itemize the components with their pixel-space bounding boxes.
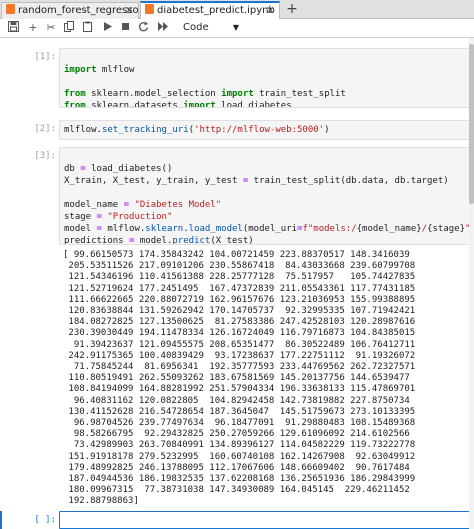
- output-line: 96.98704526 239.77497634 96.18477091 91.…: [63, 418, 416, 429]
- output-line: 110.80519491 262.55093262 183.67581569 1…: [63, 373, 410, 384]
- output-line: 91.39423637 121.09455575 208.65351477 86…: [63, 339, 416, 350]
- cell-input[interactable]: mlflow.set_tracking_uri('http://mlflow-w…: [59, 120, 470, 140]
- output-line: 230.39030449 194.11478334 126.16724049 1…: [63, 328, 416, 339]
- cell-type-value: Code: [183, 22, 209, 33]
- tab-bar: random_forest_regressor_s ✕ diabetest_pr…: [0, 0, 474, 20]
- cell-type-select[interactable]: Code ▼: [183, 20, 243, 35]
- code-line: stage = "Production": [64, 212, 173, 222]
- output-line: 96.40831162 120.0822805 104.82942458 142…: [63, 395, 410, 406]
- output-line: 192.88798863]: [63, 496, 139, 507]
- restart-icon[interactable]: [136, 21, 150, 35]
- output-line: 242.91175365 100.40839429 93.17238637 17…: [63, 350, 416, 361]
- run-icon[interactable]: [100, 21, 114, 35]
- code-line: from sklearn.datasets import load_diabet…: [64, 101, 292, 108]
- copy-icon[interactable]: [62, 21, 76, 35]
- cell-prompt: [ ]:: [34, 515, 56, 525]
- code-line: from sklearn.model_selection import trai…: [64, 89, 346, 99]
- output-line: 187.04944536 186.19832535 137.62208168 1…: [63, 474, 416, 485]
- output-line: 179.48992825 246.13788095 112.17067606 1…: [63, 462, 410, 473]
- output-line: 151.91918178 279.5232995 160.60740108 16…: [63, 451, 416, 462]
- tab-diabetest-predict[interactable]: diabetest_predict.ipynb ✕: [140, 1, 280, 20]
- close-icon[interactable]: ✕: [125, 3, 134, 19]
- cell-prompt: [3]:: [34, 151, 56, 161]
- output-line: 121.52719624 177.2451495 167.47372839 21…: [63, 283, 416, 294]
- output-line: 121.54346196 110.41561388 228.25777128 7…: [63, 272, 416, 283]
- output-line: 120.83638844 131.59262942 170.14705737 9…: [63, 306, 416, 317]
- code-line: mlflow.set_tracking_uri('http://mlflow-w…: [64, 125, 330, 135]
- stop-icon[interactable]: [118, 21, 132, 35]
- output-line: [ 99.66150573 174.35843242 104.00721459 …: [63, 250, 410, 260]
- cell-input[interactable]: [59, 511, 470, 529]
- output-line: 184.08272825 127.13500625 81.27583386 24…: [63, 317, 416, 328]
- code-line: model = mlflow.sklearn.load_model(model_…: [64, 224, 470, 234]
- tab-random-forest[interactable]: random_forest_regressor_s ✕: [1, 2, 139, 19]
- save-icon[interactable]: [6, 21, 20, 35]
- output-line: 98.58266795 92.29432825 250.27059266 129…: [63, 429, 410, 440]
- cut-icon[interactable]: ✂: [44, 21, 58, 35]
- close-icon[interactable]: ✕: [266, 3, 275, 19]
- tab-label: diabetest_predict.ipynb: [157, 5, 275, 16]
- output-line: 205.53511526 217.09101206 230.55867418 8…: [63, 261, 416, 272]
- tab-label: random_forest_regressor_s: [18, 5, 139, 16]
- paste-icon[interactable]: [80, 21, 94, 35]
- add-cell-icon[interactable]: +: [26, 21, 40, 35]
- code-line: predictions = model.predict(X_test): [64, 236, 254, 245]
- fast-forward-icon[interactable]: [156, 21, 170, 35]
- output-line: 71.75845244 81.6956341 192.35777593 233.…: [63, 362, 416, 373]
- code-line: model_name = "Diabetes Model": [64, 200, 222, 210]
- cell-prompt: [1]:: [34, 52, 56, 62]
- new-tab-button[interactable]: +: [284, 1, 300, 18]
- notebook-icon: [145, 4, 154, 14]
- code-line: db = load_diabetes(): [64, 164, 173, 174]
- code-line: X_train, X_test, y_train, y_test = train…: [64, 176, 449, 186]
- cell-prompt: [2]:: [34, 124, 56, 134]
- chevron-down-icon: ▼: [232, 23, 239, 32]
- output-line: 180.09967315 77.38731038 147.34930089 16…: [63, 485, 410, 496]
- scrollbar-thumb[interactable]: [469, 44, 474, 204]
- active-cell-indicator: [0, 511, 2, 529]
- code-line: import mlflow: [64, 65, 135, 75]
- notebook-toolbar: + ✂ Code ▼: [0, 19, 474, 38]
- cell-output: [ 99.66150573 174.35843242 104.00721459 …: [59, 250, 470, 508]
- output-line: 73.42989903 263.70840991 134.89396127 11…: [63, 440, 416, 451]
- output-line: 111.66622665 220.88072719 162.96157676 1…: [63, 294, 416, 305]
- notebook-icon: [6, 4, 15, 14]
- output-line: 108.84194099 164.88281992 251.57904334 1…: [63, 384, 416, 395]
- cell-input[interactable]: db = load_diabetes() X_train, X_test, y_…: [59, 147, 470, 245]
- cell-input[interactable]: import mlflow from sklearn.model_selecti…: [59, 48, 470, 108]
- output-line: 130.41152628 216.54728654 187.3645047 14…: [63, 406, 416, 417]
